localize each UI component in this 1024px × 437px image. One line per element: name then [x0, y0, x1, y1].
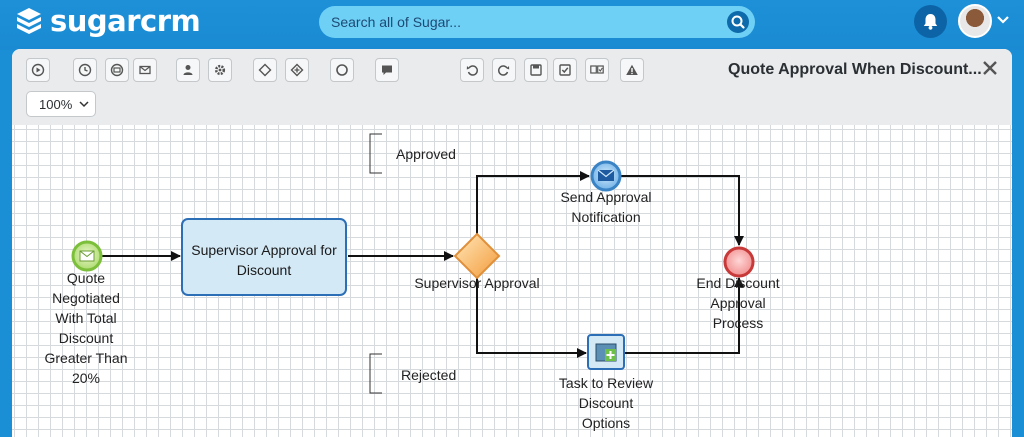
envelope-icon — [597, 169, 615, 181]
label-line: Task to Review — [558, 375, 654, 391]
designer-toolbar: Quote Approval When Discount... 100% — [12, 49, 1012, 125]
text-annotation-tool[interactable] — [375, 58, 399, 82]
comment-icon — [382, 65, 392, 75]
start-event-tool[interactable] — [26, 58, 50, 82]
redo-button[interactable] — [492, 58, 516, 82]
script-task-icon — [595, 343, 617, 362]
search-placeholder: Search all of Sugar... — [331, 14, 461, 30]
import-export-button[interactable] — [585, 58, 609, 82]
annotation-approved[interactable]: Approved — [396, 144, 456, 164]
label-line: 20% — [71, 370, 101, 386]
send-message-tool[interactable] — [133, 58, 157, 82]
notification-label: Send Approval Notification — [546, 187, 666, 227]
label-line: Discount — [578, 395, 634, 411]
circle-icon — [336, 64, 348, 76]
zoom-value: 100% — [39, 97, 73, 112]
start-event[interactable] — [71, 240, 103, 272]
label-line: Greater Than — [44, 350, 128, 366]
play-icon — [31, 63, 45, 77]
process-designer-panel: Quote Approval When Discount... 100% Sup… — [12, 49, 1012, 437]
label-line: Approval — [710, 295, 766, 311]
start-event-label: Quote Negotiated With Total Discount Gre… — [36, 268, 136, 388]
exclusive-gateway[interactable] — [453, 232, 501, 280]
label-line: End Discount — [696, 275, 780, 291]
user-task-tool[interactable] — [176, 58, 200, 82]
plus-diamond-icon — [290, 63, 304, 77]
logo-text: sugarcrm — [50, 4, 201, 38]
label-line: With Total — [55, 310, 117, 326]
chevron-down-icon — [79, 101, 89, 108]
label-line: Discount — [58, 330, 114, 346]
zoom-select[interactable]: 100% — [26, 91, 96, 117]
label-line: Notification — [571, 209, 641, 225]
label-line: Quote — [66, 270, 106, 286]
label-line: Send Approval — [560, 189, 652, 205]
undo-button[interactable] — [460, 58, 484, 82]
supervisor-approval-task[interactable]: Supervisor Approval for Discount — [181, 218, 347, 296]
review-task-label: Task to Review Discount Options — [546, 373, 666, 433]
diagram-canvas[interactable]: Supervisor Approval for Discount Quote N… — [12, 125, 1012, 437]
label-line: Negotiated — [52, 290, 120, 306]
annotation-rejected[interactable]: Rejected — [401, 365, 456, 385]
top-bar: sugarcrm Search all of Sugar... — [0, 0, 1024, 50]
diamond-icon — [258, 63, 272, 77]
check-icon — [559, 64, 571, 76]
review-task-node[interactable] — [587, 334, 625, 370]
clock-icon — [78, 63, 92, 77]
search-icon — [731, 15, 745, 29]
undo-icon — [466, 65, 478, 76]
task-label-line-1: Supervisor Approval for — [191, 242, 337, 258]
task-label-line-2: Discount — [236, 262, 292, 278]
redo-icon — [498, 65, 510, 76]
receive-message-tool[interactable] — [105, 58, 129, 82]
task-label: Supervisor Approval for Discount — [183, 240, 345, 280]
close-icon[interactable] — [981, 59, 999, 77]
mail-icon — [139, 65, 151, 75]
label-line: Options — [581, 415, 631, 431]
envelope-icon — [79, 250, 95, 262]
validate-button[interactable] — [553, 58, 577, 82]
import-export-icon — [590, 65, 604, 74]
timer-event-tool[interactable] — [73, 58, 97, 82]
warning-icon — [626, 64, 638, 75]
logo-cube-icon — [17, 8, 41, 34]
end-event-label: End Discount Approval Process — [674, 273, 802, 333]
save-button[interactable] — [524, 58, 548, 82]
save-icon — [530, 64, 542, 76]
search-button[interactable] — [727, 11, 749, 33]
warnings-button[interactable] — [620, 58, 644, 82]
annotation-rejected-bracket[interactable] — [369, 353, 382, 394]
bell-icon — [923, 14, 938, 30]
end-event[interactable] — [723, 246, 755, 278]
end-event-tool[interactable] — [330, 58, 354, 82]
chevron-down-icon[interactable] — [996, 14, 1010, 26]
parallel-gateway-tool[interactable] — [285, 58, 309, 82]
action-tool[interactable] — [208, 58, 232, 82]
process-title: Quote Approval When Discount... — [728, 61, 982, 78]
notifications-button[interactable] — [914, 5, 947, 38]
annotation-approved-bracket[interactable] — [369, 133, 382, 174]
sugarcrm-logo[interactable]: sugarcrm — [14, 4, 201, 38]
user-icon — [183, 65, 193, 75]
search-input[interactable]: Search all of Sugar... — [319, 6, 755, 38]
gateway-label: Supervisor Approval — [414, 275, 540, 291]
send-notification-event[interactable] — [590, 160, 622, 192]
inbox-icon — [110, 63, 124, 77]
gear-icon — [214, 64, 226, 76]
exclusive-gateway-tool[interactable] — [253, 58, 277, 82]
label-line: Process — [712, 315, 764, 331]
user-avatar[interactable] — [958, 4, 992, 38]
